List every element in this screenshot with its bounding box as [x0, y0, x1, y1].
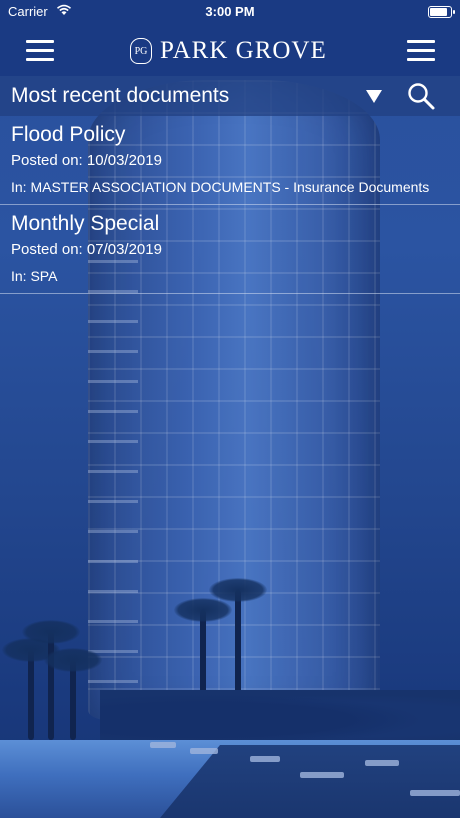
lounge-chair: [410, 790, 460, 796]
document-folder: In: SPA: [11, 268, 58, 284]
document-posted-date: Posted on: 07/03/2019: [11, 241, 162, 258]
document-title: Monthly Special: [11, 212, 160, 235]
document-list: Flood Policy Posted on: 10/03/2019 In: M…: [0, 116, 460, 294]
brand-logo: PG PARK GROVE: [130, 37, 327, 65]
status-bar: Carrier 3:00 PM: [0, 0, 460, 24]
document-posted-date: Posted on: 10/03/2019: [11, 152, 162, 169]
search-icon[interactable]: [406, 81, 436, 111]
hamburger-menu-right-icon[interactable]: [407, 40, 435, 61]
pg-crest-icon: PG: [130, 38, 152, 64]
document-item-flood-policy[interactable]: Flood Policy Posted on: 10/03/2019 In: M…: [0, 116, 460, 205]
tower-balconies: [88, 260, 138, 710]
document-folder: In: MASTER ASSOCIATION DOCUMENTS - Insur…: [11, 179, 430, 195]
landscaping: [100, 690, 460, 740]
filter-bar: Most recent documents: [0, 76, 460, 116]
status-time: 3:00 PM: [205, 4, 255, 19]
document-title: Flood Policy: [11, 123, 126, 146]
palm-tree: [2, 638, 60, 740]
palm-tree: [22, 620, 80, 740]
navigation-bar: PG PARK GROVE: [0, 24, 460, 76]
document-item-monthly-special[interactable]: Monthly Special Posted on: 07/03/2019 In…: [0, 205, 460, 294]
lounge-chair: [250, 756, 280, 762]
filter-label[interactable]: Most recent documents: [11, 84, 229, 108]
brand-name: PARK GROVE: [160, 37, 327, 64]
battery-icon: [428, 6, 455, 18]
lounge-chair: [300, 772, 344, 778]
lounge-chair: [365, 760, 399, 766]
lounge-chair: [190, 748, 218, 754]
lounge-chair: [150, 742, 176, 748]
hamburger-menu-left-icon[interactable]: [26, 40, 54, 61]
triangle-down-icon[interactable]: [366, 90, 382, 103]
palm-tree: [44, 648, 102, 740]
